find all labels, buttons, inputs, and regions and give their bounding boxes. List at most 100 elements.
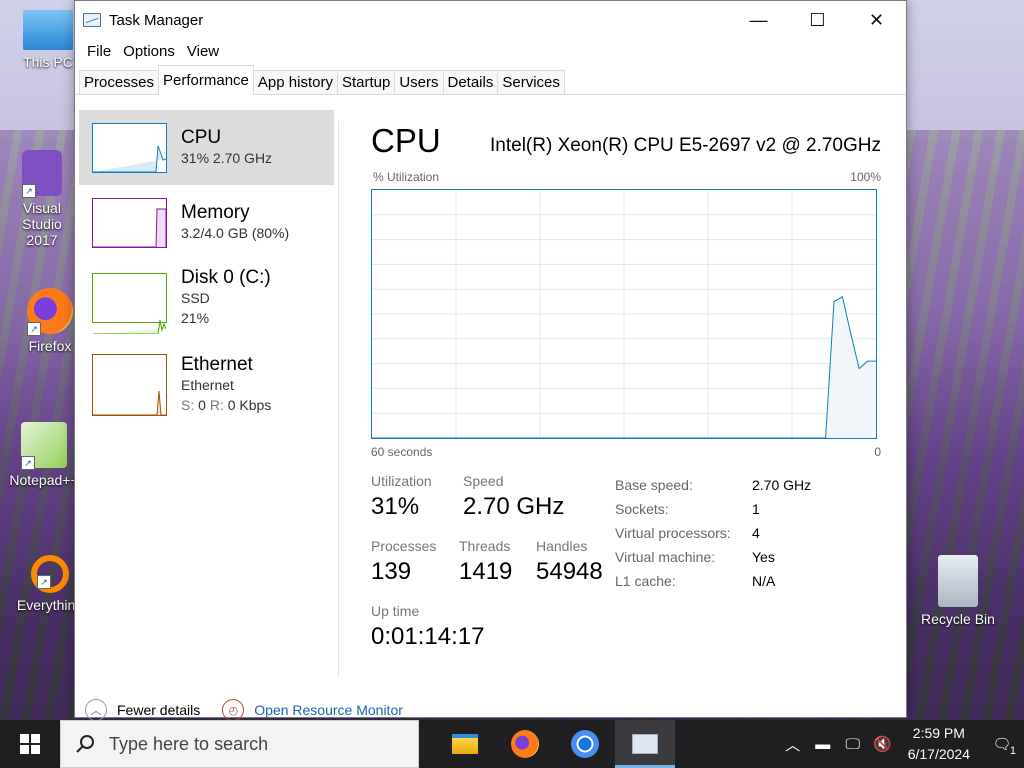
resource-name: Memory (181, 201, 250, 223)
recycle-bin-icon (938, 555, 978, 607)
notification-count: 1 (1009, 745, 1016, 757)
cpu-model: Intel(R) Xeon(R) CPU E5-2697 v2 @ 2.70GH… (490, 135, 881, 156)
axis-max-label: 100% (850, 170, 881, 184)
disk-mini-graph (92, 272, 167, 334)
resource-usage: 21% (181, 309, 210, 326)
spec-row: Base speed: 2.70 GHz (615, 477, 812, 493)
resource-memory[interactable]: Memory 3.2/4.0 GB (80%) (79, 185, 334, 260)
fewer-details-button[interactable]: Fewer details (117, 702, 200, 718)
ethernet-mini-graph (92, 354, 167, 416)
resource-ethernet[interactable]: Ethernet Ethernet S: 0 R: 0 Kbps (79, 335, 334, 435)
shortcut-arrow-icon: ↗ (21, 456, 35, 470)
tab-startup[interactable]: Startup (336, 70, 396, 94)
resource-detail: Ethernet (181, 377, 234, 393)
clock[interactable]: 2:59 PM 6/17/2024 (898, 723, 980, 765)
maximize-button[interactable]: ☐ (788, 1, 847, 39)
footer-bar: ︿ Fewer details ◴ Open Resource Monitor (85, 699, 403, 721)
shortcut-arrow-icon: ↗ (22, 184, 36, 198)
taskbar-search-box[interactable]: Type here to search (60, 720, 419, 768)
network-icon[interactable]: 🖵 (838, 736, 868, 753)
search-placeholder: Type here to search (109, 733, 269, 754)
storage-icon[interactable]: ▬ (808, 736, 838, 753)
speed-label: Speed (463, 473, 504, 489)
handles-label: Handles (536, 538, 588, 554)
folder-icon (452, 734, 478, 754)
graph-grid (372, 190, 876, 438)
resource-disk[interactable]: Disk 0 (C:) SSD 21% (79, 260, 334, 335)
utilization-label: Utilization (371, 473, 432, 489)
task-manager-icon (83, 13, 101, 27)
close-button[interactable]: ✕ (847, 1, 906, 39)
spec-row: L1 cache: N/A (615, 573, 776, 589)
resource-name: Ethernet (181, 354, 253, 375)
tab-app-history[interactable]: App history (252, 70, 338, 94)
menu-file[interactable]: File (81, 43, 117, 60)
cpu-utilization-graph (371, 189, 877, 439)
panel-divider (338, 121, 339, 676)
resource-name: Disk 0 (C:) (181, 266, 271, 288)
processes-value: 139 (371, 558, 412, 585)
time-axis-label: 60 seconds (371, 445, 433, 459)
volume-muted-icon[interactable]: 🔇 (868, 735, 898, 753)
title-bar[interactable]: Task Manager — ☐ ✕ (75, 1, 906, 39)
resource-name: CPU (181, 126, 222, 148)
menu-view[interactable]: View (181, 43, 225, 60)
menu-options[interactable]: Options (117, 43, 181, 60)
clock-date: 6/17/2024 (907, 746, 970, 762)
notification-center-icon[interactable]: 🗨 1 (980, 735, 1024, 757)
open-resource-monitor-link[interactable]: Open Resource Monitor (254, 702, 403, 718)
resource-detail: 31% 2.70 GHz (181, 149, 273, 166)
taskbar-task-manager[interactable] (615, 720, 675, 768)
shortcut-arrow-icon: ↗ (37, 575, 51, 589)
cpu-specs: Base speed: 2.70 GHz Sockets: 1 Virtual pr… (615, 473, 811, 593)
desktop-icon-notepad[interactable]: ↗ Notepad++ (4, 422, 84, 488)
processes-label: Processes (371, 538, 437, 554)
system-tray: ︿ ▬ 🖵 🔇 2:59 PM 6/17/2024 🗨 1 (778, 720, 1024, 768)
computer-icon (23, 10, 73, 50)
shortcut-arrow-icon: ↗ (27, 322, 41, 336)
chevron-up-icon[interactable]: ︿ (85, 699, 107, 721)
memory-mini-graph (92, 197, 167, 248)
tab-details[interactable]: Details (442, 70, 499, 94)
spec-row: Sockets: 1 (615, 501, 760, 517)
taskbar-chrome[interactable] (555, 720, 615, 768)
speed-value: 2.70 GHz (463, 493, 565, 520)
desktop-icon-recycle-bin[interactable]: Recycle Bin (918, 555, 998, 627)
uptime-label: Up time (371, 603, 420, 619)
notepad-plus-plus-icon: ↗ (21, 422, 67, 470)
clock-time: 2:59 PM (912, 725, 965, 741)
uptime-value: 0:01:14:17 (371, 623, 485, 650)
task-manager-window: Task Manager — ☐ ✕ File Options View Pro… (74, 0, 907, 721)
chevron-up-icon[interactable]: ︿ (778, 734, 808, 755)
spec-row: Virtual machine: Yes (615, 549, 775, 565)
taskbar-file-explorer[interactable] (435, 720, 495, 768)
window-title: Task Manager (109, 11, 204, 29)
resource-detail: SSD (181, 289, 210, 306)
axis-min-label: 0 (874, 445, 881, 459)
utilization-value: 31% (371, 493, 420, 520)
handles-value: 54948 (536, 558, 603, 585)
desktop-icon-visual-studio[interactable]: ↗ Visual Studio 2017 (2, 150, 82, 248)
start-button[interactable] (0, 720, 60, 768)
resource-throughput: S: 0 R: 0 Kbps (181, 397, 272, 413)
utilization-axis-label: % Utilization (373, 170, 440, 184)
firefox-icon: ↗ (27, 288, 73, 336)
tab-services[interactable]: Services (497, 70, 565, 94)
taskbar-firefox[interactable] (495, 720, 555, 768)
windows-logo-icon (20, 734, 40, 754)
resource-list: CPU 31% 2.70 GHz Memory 3.2/4.0 GB (80%) (79, 110, 334, 435)
resource-cpu[interactable]: CPU 31% 2.70 GHz (79, 110, 334, 185)
search-icon (76, 735, 94, 753)
tab-performance[interactable]: Performance (158, 65, 254, 95)
everything-search-icon: ↗ (31, 555, 69, 593)
tab-strip: Processes Performance App history Startu… (75, 63, 906, 95)
taskbar: Type here to search ︿ ▬ 🖵 🔇 2:59 PM 6/17… (0, 720, 1024, 768)
resource-monitor-icon: ◴ (222, 699, 245, 721)
minimize-button[interactable]: — (729, 1, 788, 39)
firefox-icon (511, 730, 539, 758)
task-manager-icon (632, 734, 658, 754)
spec-row: Virtual processors: 4 (615, 525, 760, 541)
tab-processes[interactable]: Processes (79, 70, 160, 94)
menu-bar: File Options View (75, 39, 906, 63)
tab-users[interactable]: Users (394, 70, 444, 94)
